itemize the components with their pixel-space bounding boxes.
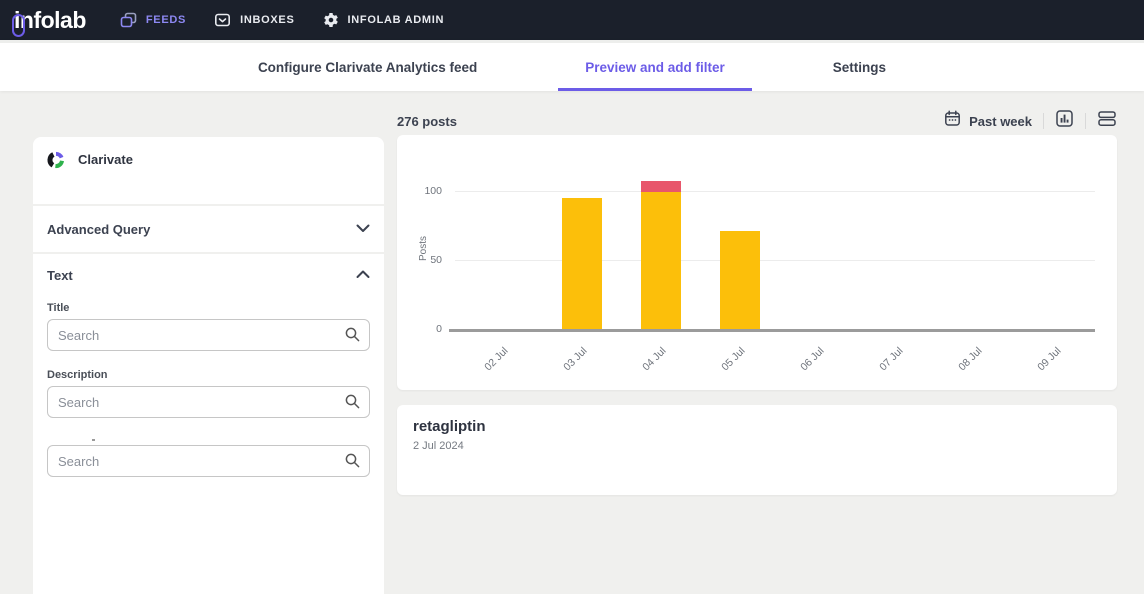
bar-segment-posts-primary[interactable] (640, 192, 681, 330)
search-icon (344, 326, 361, 348)
x-tick-label: 04 Jul (640, 345, 669, 374)
top-nav: FEEDS INBOXES INFOLAB ADMIN (120, 12, 444, 28)
x-tick-label: 08 Jul (956, 345, 985, 374)
tab-configure-feed[interactable]: Configure Clarivate Analytics feed (231, 43, 504, 91)
chart-view-toggle[interactable] (1055, 109, 1074, 133)
chart-slot (542, 135, 621, 330)
date-range-label: Past week (969, 113, 1032, 129)
nav-item-inboxes[interactable]: INBOXES (214, 12, 294, 28)
x-tick-label: 09 Jul (1035, 345, 1064, 374)
tab-preview-and-add-filter[interactable]: Preview and add filter (558, 43, 752, 91)
y-tick-label: 50 (430, 254, 442, 266)
clarivate-logo (47, 151, 65, 174)
clipped-field-label-fragment (92, 439, 95, 441)
advanced-query-label: Advanced Query (47, 221, 151, 237)
nav-label: FEEDS (145, 14, 187, 26)
filter-sidebar: Clarivate Advanced Query Text Title Sear… (33, 137, 384, 594)
source-name: Clarivate (78, 152, 133, 167)
bar-05-jul[interactable] (719, 230, 760, 330)
top-navigation-bar: infolab FEEDS INBOXES INFOLAB ADMIN (0, 0, 1144, 40)
post-count: 276 posts (397, 113, 457, 129)
chart-bars (463, 135, 1095, 330)
search-icon (344, 393, 361, 415)
chart-slot (779, 135, 858, 330)
posts-bar-chart: Posts 0 50 100 02 Jul 03 Jul 04 Jul 05 Jul 06 … (397, 135, 1117, 390)
chart-slot (700, 135, 779, 330)
x-tick-label: 05 Jul (719, 345, 748, 374)
bar-03-jul[interactable] (561, 197, 602, 330)
tab-settings[interactable]: Settings (806, 43, 913, 91)
nav-label: INBOXES (240, 14, 295, 26)
list-view-icon (1097, 109, 1117, 133)
third-search-input[interactable] (47, 445, 370, 477)
title-field-label: Title (47, 302, 70, 314)
text-section-toggle[interactable]: Text (47, 254, 370, 296)
x-axis-ticks: 02 Jul 03 Jul 04 Jul 05 Jul 06 Jul 07 Jul 08 J… (463, 337, 1095, 377)
x-tick-label: 02 Jul (482, 345, 511, 374)
chart-slot (937, 135, 1016, 330)
infolab-logo[interactable]: infolab (12, 7, 86, 37)
feeds-icon (120, 12, 137, 28)
feed-config-tabs: Configure Clarivate Analytics feed Previ… (0, 40, 1144, 91)
bar-segment-posts-primary[interactable] (719, 230, 760, 330)
chart-view-icon (1055, 109, 1074, 133)
chart-slot (621, 135, 700, 330)
bar-04-jul[interactable] (640, 180, 681, 330)
advanced-query-section-toggle[interactable]: Advanced Query (33, 206, 384, 252)
y-tick-label: 100 (424, 185, 442, 197)
divider (1043, 113, 1044, 129)
x-tick-label: 03 Jul (561, 345, 590, 374)
chart-slot (858, 135, 937, 330)
chart-slot (1016, 135, 1095, 330)
chart-slot (463, 135, 542, 330)
view-controls: Past week (944, 109, 1117, 133)
post-date: 2 Jul 2024 (413, 440, 464, 452)
title-search-input[interactable] (47, 319, 370, 351)
gear-icon (323, 12, 339, 28)
logo-tube-accent (12, 13, 25, 37)
source-card: Clarivate (33, 137, 384, 204)
bar-segment-posts-secondary[interactable] (640, 180, 681, 192)
text-section-label: Text (47, 267, 73, 283)
post-title: retagliptin (413, 418, 486, 435)
text-filter-section: Text Title Description (33, 254, 384, 594)
inboxes-icon (214, 12, 231, 28)
chevron-up-icon (356, 266, 370, 284)
results-header: 276 posts Past week (397, 108, 1117, 134)
nav-label: INFOLAB ADMIN (347, 14, 445, 26)
description-field-label: Description (47, 369, 108, 381)
date-range-picker[interactable]: Past week (944, 110, 1032, 132)
list-view-toggle[interactable] (1097, 109, 1117, 133)
nav-item-feeds[interactable]: FEEDS (120, 12, 186, 28)
y-tick-label: 0 (436, 323, 442, 335)
nav-item-infolab-admin[interactable]: INFOLAB ADMIN (323, 12, 445, 28)
post-list-item[interactable]: retagliptin 2 Jul 2024 (397, 405, 1117, 495)
x-axis-line (449, 329, 1095, 332)
chevron-down-icon (356, 220, 370, 238)
bar-segment-posts-primary[interactable] (561, 197, 602, 330)
search-icon (344, 452, 361, 474)
x-tick-label: 06 Jul (798, 345, 827, 374)
x-tick-label: 07 Jul (877, 345, 906, 374)
divider (1085, 113, 1086, 129)
calendar-icon (944, 110, 961, 132)
description-search-input[interactable] (47, 386, 370, 418)
